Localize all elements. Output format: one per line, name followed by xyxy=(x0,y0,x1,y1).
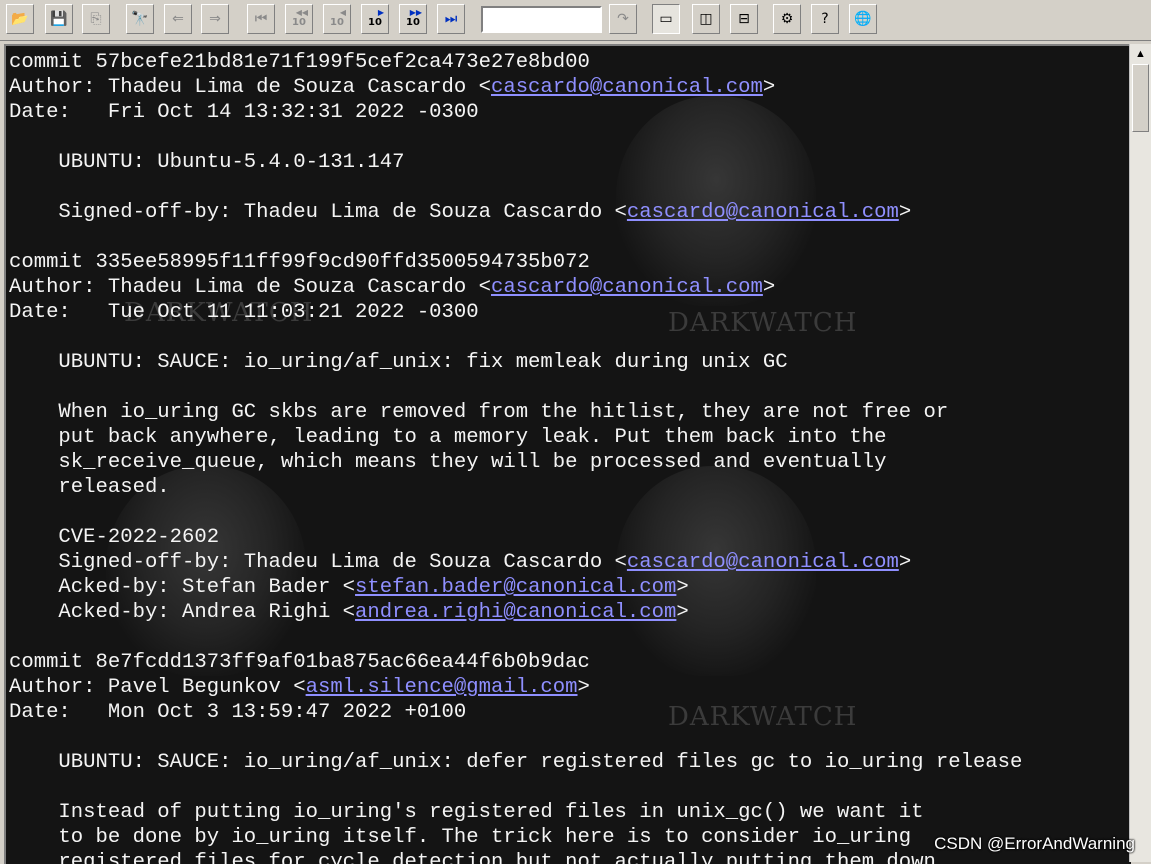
email-link[interactable]: asml.silence@gmail.com xyxy=(306,676,578,699)
save-icon[interactable]: 💾 xyxy=(45,4,73,34)
log-line: UBUNTU: Ubuntu-5.4.0-131.147 xyxy=(9,150,1022,175)
log-line-suffix: > xyxy=(676,601,689,624)
log-line-text: Instead of putting io_uring's registered… xyxy=(9,801,924,824)
log-line: Acked-by: Andrea Righi <andrea.righi@can… xyxy=(9,600,1022,625)
log-line-text: put back anywhere, leading to a memory l… xyxy=(9,426,887,449)
email-link[interactable]: cascardo@canonical.com xyxy=(491,276,763,299)
log-line-text: When io_uring GC skbs are removed from t… xyxy=(9,401,949,424)
log-line-text: Author: Pavel Begunkov < xyxy=(9,676,306,699)
log-line: When io_uring GC skbs are removed from t… xyxy=(9,400,1022,425)
log-line: CVE-2022-2602 xyxy=(9,525,1022,550)
log-line-text: Signed-off-by: Thadeu Lima de Souza Casc… xyxy=(9,201,627,224)
log-line-text: Author: Thadeu Lima de Souza Cascardo < xyxy=(9,276,491,299)
log-line-text: commit 335ee58995f11ff99f9cd90ffd3500594… xyxy=(9,251,590,274)
log-line: commit 8e7fcdd1373ff9af01ba875ac66ea44f6… xyxy=(9,650,1022,675)
open-folder-icon[interactable]: 📂 xyxy=(6,4,34,34)
log-line-suffix: > xyxy=(676,576,689,599)
log-line: to be done by io_uring itself. The trick… xyxy=(9,825,1022,850)
log-line-suffix: > xyxy=(762,76,776,99)
web-globe-icon[interactable]: 🌐 xyxy=(849,4,877,34)
log-line-suffix: > xyxy=(577,676,590,699)
email-link[interactable]: cascardo@canonical.com xyxy=(627,551,899,574)
log-line: Author: Pavel Begunkov <asml.silence@gma… xyxy=(9,675,1022,700)
first-page-icon[interactable]: ⏮ xyxy=(247,4,275,34)
log-line-text: Date: Tue Oct 11 11:03:21 2022 -0300 xyxy=(9,301,479,324)
log-line-text: Date: Fri Oct 14 13:32:31 2022 -0300 xyxy=(9,101,479,124)
log-line-text: to be done by io_uring itself. The trick… xyxy=(9,826,912,849)
log-line-suffix: > xyxy=(898,201,912,224)
go-arrow-icon[interactable]: ↷ xyxy=(609,4,637,34)
log-line: commit 335ee58995f11ff99f9cd90ffd3500594… xyxy=(9,250,1022,275)
settings-icon[interactable]: ⚙ xyxy=(773,4,801,34)
log-line-text: Signed-off-by: Thadeu Lima de Souza Casc… xyxy=(9,551,627,574)
email-link[interactable]: cascardo@canonical.com xyxy=(627,201,899,224)
log-line: Instead of putting io_uring's registered… xyxy=(9,800,1022,825)
log-line: sk_receive_queue, which means they will … xyxy=(9,450,1022,475)
log-line: Date: Mon Oct 3 13:59:47 2022 +0100 xyxy=(9,700,1022,725)
log-line: Signed-off-by: Thadeu Lima de Souza Casc… xyxy=(9,550,1022,575)
copy-icon[interactable]: ⎘ xyxy=(82,4,110,34)
log-line: UBUNTU: SAUCE: io_uring/af_unix: defer r… xyxy=(9,750,1022,775)
vertical-scrollbar[interactable]: ▲ xyxy=(1129,44,1151,862)
forward-1-icon[interactable]: ▶ 10 xyxy=(361,4,389,34)
log-line: Acked-by: Stefan Bader <stefan.bader@can… xyxy=(9,575,1022,600)
search-input[interactable] xyxy=(481,6,602,33)
view-split-vertical-icon[interactable]: ◫ xyxy=(692,4,720,34)
log-line: Author: Thadeu Lima de Souza Cascardo <c… xyxy=(9,275,1022,300)
log-line: UBUNTU: SAUCE: io_uring/af_unix: fix mem… xyxy=(9,350,1022,375)
email-link[interactable]: stefan.bader@canonical.com xyxy=(355,576,676,599)
view-full-icon[interactable]: ▭ xyxy=(652,4,680,34)
back-1-icon[interactable]: ◀ 10 xyxy=(323,4,351,34)
log-line-text: Acked-by: Andrea Righi < xyxy=(9,601,356,624)
log-line-text: Acked-by: Stefan Bader < xyxy=(9,576,356,599)
forward-10-icon[interactable]: ▶▶ 10 xyxy=(399,4,427,34)
log-line-text: commit 57bcefe21bd81e71f199f5cef2ca473e2… xyxy=(9,51,590,74)
find-next-icon[interactable]: ⇒ xyxy=(201,4,229,34)
log-line: commit 57bcefe21bd81e71f199f5cef2ca473e2… xyxy=(9,50,1022,75)
toolbar: 📂 💾 ⎘ 🔭 ⇐ ⇒ ⏮ ◀◀ 10 ◀ 10 ▶ 10 ▶▶ 10 ⏭ ↷ ▭ ◫ … xyxy=(0,0,1151,41)
log-line: Author: Thadeu Lima de Souza Cascardo <c… xyxy=(9,75,1022,100)
log-line-text: sk_receive_queue, which means they will … xyxy=(9,451,887,474)
log-line: put back anywhere, leading to a memory l… xyxy=(9,425,1022,450)
back-10-icon[interactable]: ◀◀ 10 xyxy=(285,4,313,34)
log-line-text: released. xyxy=(9,476,170,499)
log-line: Date: Fri Oct 14 13:32:31 2022 -0300 xyxy=(9,100,1022,125)
watermark: CSDN @ErrorAndWarning xyxy=(934,834,1135,853)
log-line-text: commit 8e7fcdd1373ff9af01ba875ac66ea44f6… xyxy=(9,651,590,674)
log-viewer-pane[interactable]: DARKWATCH DARKWATCH DARKWATCH commit 57b… xyxy=(4,44,1131,864)
log-line-text: UBUNTU: Ubuntu-5.4.0-131.147 xyxy=(9,151,405,174)
log-line-suffix: > xyxy=(762,276,776,299)
log-line-text: registered files for cycle detection but… xyxy=(9,851,949,864)
commit-log-text: commit 57bcefe21bd81e71f199f5cef2ca473e2… xyxy=(9,50,1022,864)
find-icon[interactable]: 🔭 xyxy=(126,4,154,34)
log-line-text: UBUNTU: SAUCE: io_uring/af_unix: defer r… xyxy=(9,751,1023,774)
email-link[interactable]: cascardo@canonical.com xyxy=(491,76,763,99)
scroll-thumb[interactable] xyxy=(1132,64,1149,132)
log-line: released. xyxy=(9,475,1022,500)
scroll-up-icon[interactable]: ▲ xyxy=(1130,44,1151,64)
log-line-text: UBUNTU: SAUCE: io_uring/af_unix: fix mem… xyxy=(9,351,788,374)
log-line: Date: Tue Oct 11 11:03:21 2022 -0300 xyxy=(9,300,1022,325)
log-line-suffix: > xyxy=(898,551,912,574)
find-prev-icon[interactable]: ⇐ xyxy=(164,4,192,34)
last-page-icon[interactable]: ⏭ xyxy=(437,4,465,34)
view-split-horizontal-icon[interactable]: ⊟ xyxy=(730,4,758,34)
log-line-text: CVE-2022-2602 xyxy=(9,526,220,549)
log-line-text: Date: Mon Oct 3 13:59:47 2022 +0100 xyxy=(9,701,467,724)
log-line-text: Author: Thadeu Lima de Souza Cascardo < xyxy=(9,76,491,99)
email-link[interactable]: andrea.righi@canonical.com xyxy=(355,601,676,624)
log-line: Signed-off-by: Thadeu Lima de Souza Casc… xyxy=(9,200,1022,225)
help-icon[interactable]: ? xyxy=(811,4,839,34)
